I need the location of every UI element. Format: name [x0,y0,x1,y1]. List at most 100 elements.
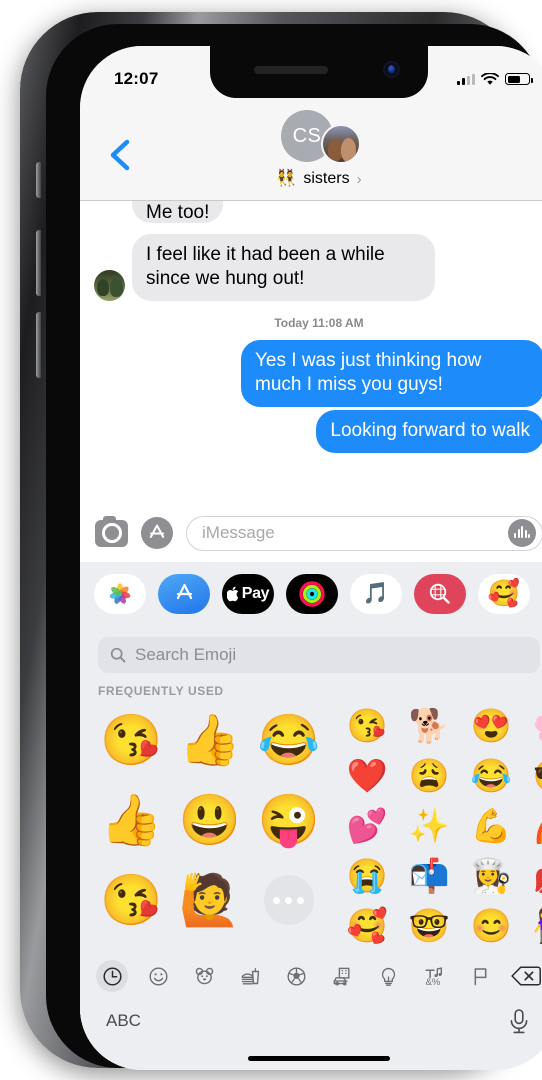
category-symbols[interactable]: &% [418,960,450,992]
emoji-sparkles[interactable]: ✨ [398,800,460,850]
emoji-nerd-face[interactable]: 🤓 [398,900,460,950]
burger-drink-icon [241,967,259,984]
emoji-smiling-face-with-sunglasses[interactable]: 😎 [522,750,542,800]
music-note-icon: 🎵 [362,581,390,605]
fitness-app-icon[interactable] [286,573,338,614]
memoji-kiss-heart-cap[interactable]: 😘 [92,700,171,780]
more-memoji-button[interactable] [249,860,328,940]
emoji-flexed-biceps[interactable]: 💪 [460,800,522,850]
soccer-ball-icon [286,966,306,986]
ellipsis-icon [263,875,314,925]
image-search-icon [429,583,450,604]
mute-switch[interactable] [36,162,41,198]
volume-up-button[interactable] [36,230,41,296]
home-indicator[interactable] [248,1056,390,1061]
memoji-waving-hand-cap[interactable]: 🙋 [171,860,250,940]
app-store-app-icon[interactable] [158,573,210,614]
emoji-face-blowing-a-kiss[interactable]: 😘 [336,700,398,750]
memoji-app-icon[interactable]: 🥰 [478,573,530,614]
group-title-row[interactable]: 👯 sisters › [276,170,361,188]
music-app-icon[interactable]: 🎵 [350,573,402,614]
category-smileys[interactable] [142,960,174,992]
clipped-message-bubble[interactable]: Me too! [132,201,224,223]
group-emoji-icon: 👯 [276,170,297,187]
avatar-photo [321,124,361,164]
emoji-face-with-tears-of-joy[interactable]: 😂 [460,750,522,800]
category-animals[interactable] [188,960,220,992]
app-store-icon [176,583,192,600]
search-emoji-input[interactable]: Search Emoji [98,637,540,673]
emoji-woman-cook[interactable]: 👩‍🍳 [460,850,522,900]
memoji-kiss-heart-bangs[interactable]: 😘 [92,860,171,940]
cellular-signal-icon [457,73,475,85]
audio-waveform-icon[interactable] [508,519,536,547]
emoji-category-bar[interactable]: &% [80,952,542,1000]
back-button[interactable] [106,138,136,172]
memoji-thumbs-up-hat[interactable]: 👍 [171,700,250,780]
emoji-loudly-crying-face[interactable]: 😭 [336,850,398,900]
notch [210,46,428,98]
smiley-icon [148,966,168,986]
memoji-laughing-tears-hat[interactable]: 😂 [249,700,328,780]
delete-backward-button[interactable] [510,960,542,992]
memoji-smiling-cap[interactable]: 😃 [171,780,250,860]
photos-app-icon[interactable] [94,573,146,614]
message-row: I feel like it had been a while since we… [80,234,542,301]
imessage-placeholder: iMessage [202,523,275,542]
category-recent[interactable] [96,960,128,992]
memoji-sticker-icon: 🥰 [487,578,521,608]
earpiece-speaker [254,66,328,74]
abc-keyboard-button[interactable]: ABC [106,1008,141,1031]
symbols-icon: &% [424,966,442,987]
emoji-rainbow[interactable]: 🌈 [522,800,542,850]
outgoing-bubble[interactable]: Looking forward to walk [316,410,542,453]
category-objects[interactable] [372,960,404,992]
images-app-icon[interactable] [414,573,466,614]
incoming-bubble[interactable]: I feel like it had been a while since we… [127,234,435,301]
chevron-right-icon[interactable]: › [357,172,362,187]
emoji-two-hearts[interactable]: 💕 [336,800,398,850]
phone-screen: Me too! I feel like it had been a while … [80,46,542,1070]
device-bezel: Me too! I feel like it had been a while … [46,24,542,1070]
photos-icon [109,582,131,604]
memoji-sticker-grid[interactable]: 😘 👍 😂 👍 😃 😜 😘 🙋 [92,700,328,940]
category-activity[interactable] [280,960,312,992]
imessage-app-drawer[interactable]: Pay 🎵 🥰 [80,562,542,625]
emoji-weary-face[interactable]: 😩 [398,750,460,800]
apple-pay-app-icon[interactable]: Pay [222,573,274,614]
microphone-button[interactable] [508,1008,530,1041]
app-store-icon[interactable] [141,517,173,549]
category-travel[interactable] [326,960,358,992]
emoji-keyboard: Search Emoji FREQUENTLY USED 😘 👍 😂 👍 😃 😜… [80,625,542,1070]
camera-icon[interactable] [95,515,128,547]
emoji-smiling-face-with-heart-eyes[interactable]: 😍 [460,700,522,750]
search-emoji-placeholder: Search Emoji [135,645,237,664]
wifi-icon [481,72,499,85]
category-flags[interactable] [464,960,496,992]
emoji-cherry-blossom[interactable]: 🌸 [522,700,542,750]
emoji-smiling-face-with-hearts[interactable]: 🥰 [336,900,398,950]
emoji-grid-container[interactable]: 😘 👍 😂 👍 😃 😜 😘 🙋 😘 🐕 😍 ❤️ 😩 😂 💕 ✨ 💪 😭 📬 👩… [80,700,542,950]
outgoing-bubble[interactable]: Yes I was just thinking how much I miss … [241,340,542,407]
frequently-used-label: FREQUENTLY USED [98,684,224,698]
lightbulb-icon [381,967,395,986]
header-center[interactable]: CS 👯 sisters › [80,98,542,188]
avatar-stack[interactable]: CS [273,110,365,164]
memoji-thumbs-up-cap[interactable]: 👍 [92,780,171,860]
category-food[interactable] [234,960,266,992]
message-input-bar: iMessage [80,504,542,562]
memoji-tongue-wink-cap[interactable]: 😜 [249,780,328,860]
volume-down-button[interactable] [36,312,41,378]
apple-pay-label: Pay [241,584,270,602]
emoji-smiling-face-smiling-eyes[interactable]: 😊 [460,900,522,950]
emoji-women-holding-hands[interactable]: 👭 [522,900,542,950]
emoji-dog[interactable]: 🐕 [398,700,460,750]
clock-icon [102,966,122,986]
emoji-grid[interactable]: 😘 🐕 😍 🌸 ❤️ 😩 😂 😎 💕 ✨ 💪 🌈 😭 📬 [336,700,542,950]
sender-avatar [94,270,125,301]
imessage-input[interactable]: iMessage [186,515,542,551]
front-camera [383,61,400,78]
emoji-open-mailbox[interactable]: 📬 [398,850,460,900]
emoji-kiss-mark[interactable]: 💋 [522,850,542,900]
emoji-red-heart[interactable]: ❤️ [336,750,398,800]
